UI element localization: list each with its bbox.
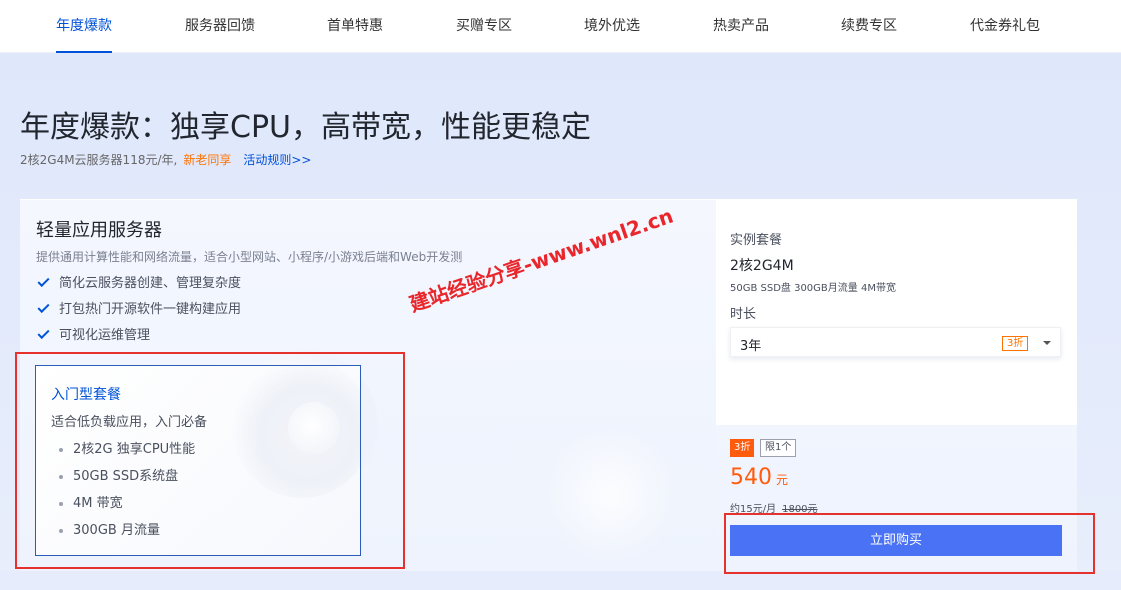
price-currency: 元 [776,473,789,487]
feature-item: 打包热门开源软件一键构建应用 [36,300,242,318]
feature-label: 简化云服务器创建、管理复杂度 [59,276,242,291]
tab-hot-products[interactable]: 热卖产品 [713,0,769,53]
tab-vouchers[interactable]: 代金券礼包 [970,0,1040,53]
subtitle-text: 2核2G4M云服务器118元/年, [20,153,178,167]
tab-bar: 年度爆款 服务器回馈 首单特惠 买赠专区 境外优选 热卖产品 续费专区 代金券礼… [0,0,1121,53]
limit-badge: 限1个 [760,439,797,457]
feature-item: 可视化运维管理 [36,326,151,344]
decorative-circle [540,425,680,565]
duration-value: 3年 [740,339,762,354]
discount-badge: 3折 [730,439,755,457]
check-icon [37,274,50,288]
feature-label: 可视化运维管理 [59,328,151,343]
page-title: 年度爆款：独享CPU，高带宽，性能更稳定 [20,110,591,145]
instance-spec-detail: 50GB SSD盘 300GB月流量 4M带宽 [730,283,896,294]
highlight-box-package [15,352,405,569]
hero-subtitle: 2核2G4M云服务器118元/年, 新老同享 活动规则>> [20,151,311,168]
check-icon [37,326,50,340]
instance-spec: 2核2G4M [730,258,794,274]
rules-link[interactable]: 活动规则>> [243,153,311,167]
new-user-tag: 新老同享 [183,153,232,167]
price: 540 元 [730,465,788,490]
tab-buy-gift[interactable]: 买赠专区 [456,0,512,53]
feature-label: 打包热门开源软件一键构建应用 [59,302,242,317]
feature-item: 简化云服务器创建、管理复杂度 [36,274,242,292]
check-icon [37,300,50,314]
duration-label: 时长 [730,307,757,322]
instance-label: 实例套餐 [730,233,783,248]
price-value: 540 [730,465,772,490]
product-description: 提供通用计算性能和网络流量，适合小型网站、小程序/小游戏后端和Web开发测 [36,250,463,264]
duration-discount-badge: 3折 [1002,336,1029,351]
caret-down-icon [1043,341,1051,345]
tab-overseas[interactable]: 境外优选 [584,0,640,53]
duration-select[interactable]: 3年 3折 [730,327,1061,357]
highlight-box-buy [724,513,1095,574]
tab-annual-hot[interactable]: 年度爆款 [56,0,112,53]
tab-renewal[interactable]: 续费专区 [841,0,897,53]
tab-first-order[interactable]: 首单特惠 [327,0,383,53]
product-title: 轻量应用服务器 [36,220,162,241]
tab-server-feedback[interactable]: 服务器回馈 [185,0,255,53]
